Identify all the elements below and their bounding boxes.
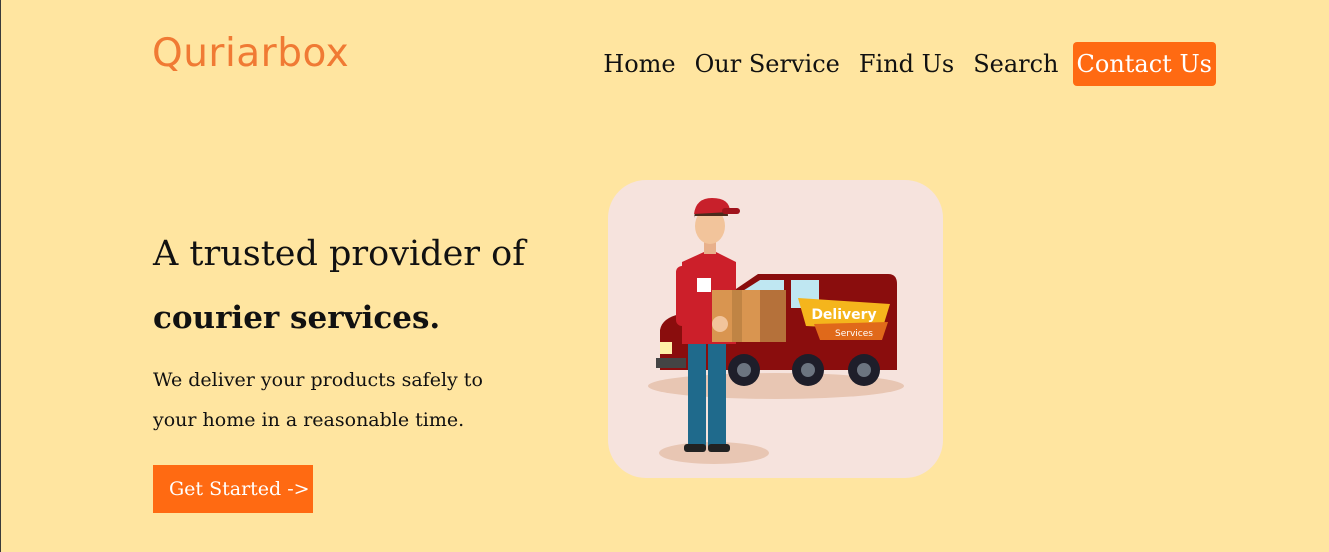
nav-find-us[interactable]: Find Us — [859, 42, 954, 86]
main-nav: Home Our Service Find Us Search Contact … — [603, 42, 1216, 86]
delivery-man-van-image: Delivery Services — [648, 198, 904, 464]
van-sign-subtext: Services — [835, 329, 873, 339]
nav-search[interactable]: Search — [973, 42, 1058, 86]
hero-text: A trusted provider of courier services. … — [153, 228, 525, 440]
delivery-illustration: Delivery Services — [608, 180, 943, 478]
nav-home[interactable]: Home — [603, 42, 675, 86]
contact-us-button[interactable]: Contact Us — [1072, 42, 1216, 86]
get-started-button[interactable]: Get Started -> — [153, 465, 313, 513]
hero-description: We deliver your products safely to your … — [153, 369, 483, 431]
van-sign-text: Delivery — [811, 307, 876, 323]
logo[interactable]: Quriarbox — [152, 34, 349, 73]
hero-heading: A trusted provider of — [153, 234, 526, 274]
nav-our-service[interactable]: Our Service — [695, 42, 840, 86]
hero-subheading: courier services. — [153, 300, 441, 336]
